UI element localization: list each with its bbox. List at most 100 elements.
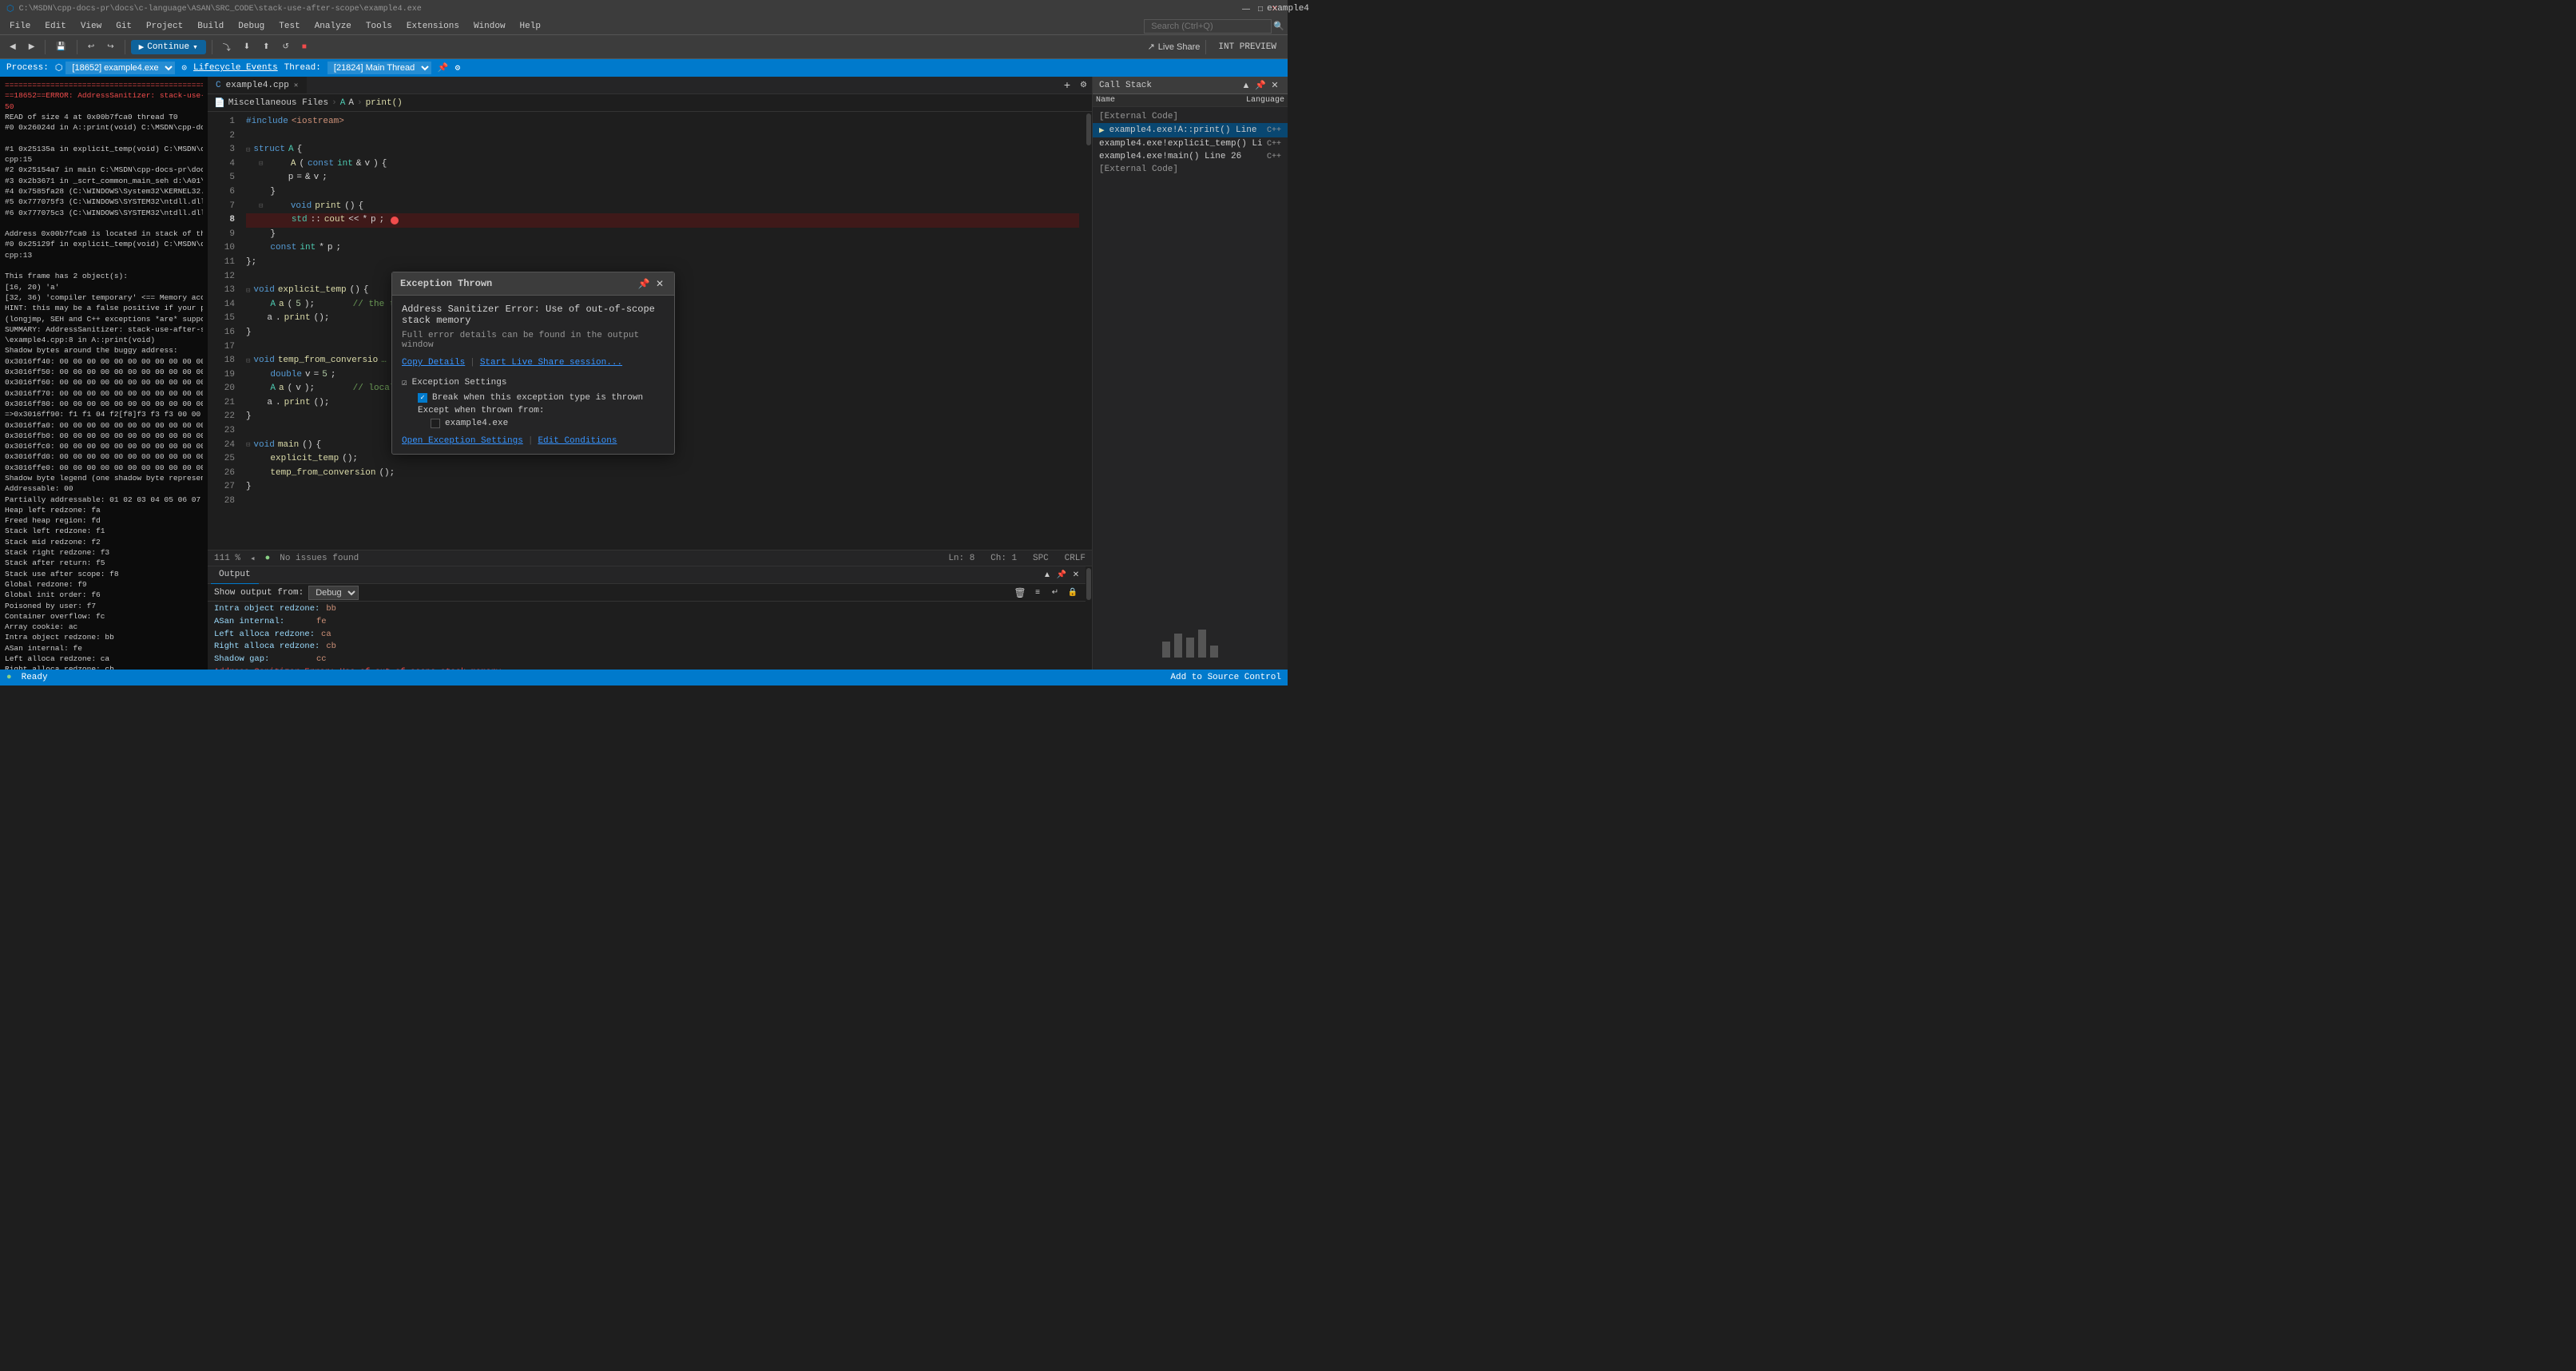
menu-tools[interactable]: Tools: [359, 20, 399, 33]
cs-row-name: example4.exe!explicit_temp() Line 16: [1099, 139, 1262, 149]
terminal-line: Freed heap region: fd: [5, 515, 203, 526]
live-share-button[interactable]: ↗ Live Share: [1148, 42, 1201, 52]
thread-select[interactable]: [21824] Main Thread: [327, 62, 431, 74]
col-number-status: Ch: 1: [990, 554, 1017, 563]
ln-col: Ln: 8 Ch: 1 SPC CRLF: [948, 554, 1086, 563]
exception-body: Address Sanitizer Error: Use of out-of-s…: [392, 296, 674, 454]
output-filter-button[interactable]: ≡: [1031, 586, 1044, 599]
output-source-select[interactable]: Debug: [308, 586, 359, 600]
call-stack-row-active[interactable]: ▶ example4.exe!A::print() Line 8 C++: [1093, 123, 1288, 137]
output-clear-button[interactable]: 🗑: [1014, 586, 1026, 599]
int-preview-button[interactable]: INT PREVIEW: [1212, 42, 1283, 52]
terminal-line: [32, 36) 'compiler temporary' <== Memory…: [5, 292, 203, 303]
issues-label[interactable]: No issues found: [280, 554, 359, 563]
open-exception-settings-link[interactable]: Open Exception Settings: [402, 436, 523, 446]
break-label: Break when this exception type is thrown: [432, 393, 643, 403]
editor-area: C example4.cpp ✕ + ⚙ 📄 Miscellaneous Fil…: [208, 77, 1092, 670]
menu-file[interactable]: File: [3, 20, 37, 33]
bottom-panel-wrapper: Output ▲ 📌 ✕ Show output from:: [208, 566, 1092, 670]
code-line-4: ⊟ A(const int& v) {: [246, 157, 1079, 172]
output-wrap-button[interactable]: ↵: [1049, 586, 1062, 599]
toolbar-step-into[interactable]: ⬇: [239, 38, 255, 56]
exception-bottom-links: Open Exception Settings | Edit Condition…: [402, 436, 665, 446]
toolbar-step-out[interactable]: ⬆: [258, 38, 274, 56]
menu-window[interactable]: Window: [467, 20, 512, 33]
maximize-button[interactable]: □: [1254, 2, 1267, 15]
menu-extensions[interactable]: Extensions: [400, 20, 466, 33]
breadcrumb-folder[interactable]: Miscellaneous Files: [228, 98, 328, 108]
breadcrumb-method[interactable]: print(): [366, 98, 403, 108]
output-tab-output[interactable]: Output: [211, 566, 259, 584]
call-stack-row[interactable]: [External Code]: [1093, 110, 1288, 123]
terminal-line: 0x3016ff40: 00 00 00 00 00 00 00 00 00 0…: [5, 356, 203, 367]
editor-settings-button[interactable]: ⚙: [1075, 77, 1092, 93]
output-pin-button[interactable]: 📌: [1055, 569, 1068, 582]
cs-row-lang: C++: [1267, 153, 1281, 161]
output-scrollbar[interactable]: [1086, 566, 1092, 670]
terminal-line: Addressable: 00: [5, 483, 203, 494]
terminal-line: This frame has 2 object(s):: [5, 271, 203, 281]
breadcrumb: 📄 Miscellaneous Files › A A › print(): [208, 94, 1092, 112]
edit-conditions-link[interactable]: Edit Conditions: [538, 436, 617, 446]
line-num: 8: [208, 213, 235, 228]
breadcrumb-struct[interactable]: A: [348, 98, 354, 108]
tab-example4-cpp[interactable]: C example4.cpp ✕: [208, 77, 307, 93]
toolbar-undo[interactable]: ↩: [83, 38, 99, 56]
status-ready[interactable]: Ready: [22, 673, 48, 682]
toolbar-fwd[interactable]: ▶: [24, 38, 40, 56]
bottom-sep: |: [528, 436, 534, 446]
search-input[interactable]: [1144, 19, 1272, 34]
process-label: Process:: [6, 63, 49, 73]
break-checkbox[interactable]: [418, 393, 427, 403]
process-selector[interactable]: ⬡ [18652] example4.exe: [55, 62, 176, 74]
live-share-link[interactable]: Start Live Share session...: [480, 358, 622, 368]
status-source-control[interactable]: Add to Source Control: [1170, 673, 1281, 682]
editor-scrollbar[interactable]: [1086, 112, 1092, 550]
call-stack-close-button[interactable]: ✕: [1268, 79, 1281, 92]
new-tab-button[interactable]: +: [1059, 77, 1075, 93]
call-stack-row[interactable]: example4.exe!explicit_temp() Line 16 C++: [1093, 137, 1288, 150]
exception-pin-button[interactable]: 📌: [637, 277, 650, 290]
menu-debug[interactable]: Debug: [232, 20, 271, 33]
menu-edit[interactable]: Edit: [38, 20, 72, 33]
output-up-button[interactable]: ▲: [1041, 569, 1054, 582]
call-stack-row[interactable]: [External Code]: [1093, 163, 1288, 176]
output-row: Shadow gap: cc: [214, 654, 1079, 666]
terminal-line: Partially addressable: 01 02 03 04 05 06…: [5, 495, 203, 505]
menu-view[interactable]: View: [74, 20, 108, 33]
output-lock-button[interactable]: 🔒: [1066, 586, 1079, 599]
lifecycle-label[interactable]: Lifecycle Events: [193, 63, 278, 73]
tab-close-icon[interactable]: ✕: [294, 81, 298, 89]
thread-selector[interactable]: [21824] Main Thread: [327, 62, 431, 74]
toolbar-sep1: [45, 40, 46, 54]
thread-label: Thread:: [284, 63, 321, 73]
continue-button[interactable]: ▶ Continue ▾: [131, 40, 206, 54]
toolbar-save-all[interactable]: 💾: [51, 38, 70, 56]
toolbar-step-over[interactable]: ⤵: [218, 38, 236, 56]
toolbar-stop[interactable]: ■: [297, 38, 312, 56]
call-stack-row[interactable]: example4.exe!main() Line 26 C++: [1093, 150, 1288, 163]
call-stack-pin-button[interactable]: 📌: [1254, 79, 1267, 92]
copy-details-link[interactable]: Copy Details: [402, 358, 465, 368]
toolbar-redo[interactable]: ↪: [102, 38, 118, 56]
output-close-button[interactable]: ✕: [1070, 569, 1082, 582]
toolbar-back[interactable]: ◀: [5, 38, 21, 56]
toolbar-restart[interactable]: ↺: [277, 38, 293, 56]
menu-help[interactable]: Help: [514, 20, 547, 33]
exception-close-button[interactable]: ✕: [653, 277, 666, 290]
example-exe-checkbox[interactable]: [431, 419, 440, 428]
terminal-line: Intra object redzone: bb: [5, 632, 203, 642]
call-stack-title: Call Stack: [1099, 81, 1152, 90]
terminal-line: Stack left redzone: f1: [5, 526, 203, 536]
menu-project[interactable]: Project: [140, 20, 189, 33]
line-num: 14: [208, 298, 235, 312]
menu-test[interactable]: Test: [272, 20, 306, 33]
line-num: 10: [208, 241, 235, 256]
process-select[interactable]: [18652] example4.exe: [65, 62, 175, 74]
menu-git[interactable]: Git: [109, 20, 138, 33]
menu-analyze[interactable]: Analyze: [308, 20, 358, 33]
menu-build[interactable]: Build: [191, 20, 230, 33]
call-stack-up-button[interactable]: ▲: [1240, 79, 1252, 92]
zoom-level[interactable]: 111 %: [214, 554, 240, 563]
minimize-button[interactable]: —: [1240, 2, 1252, 15]
